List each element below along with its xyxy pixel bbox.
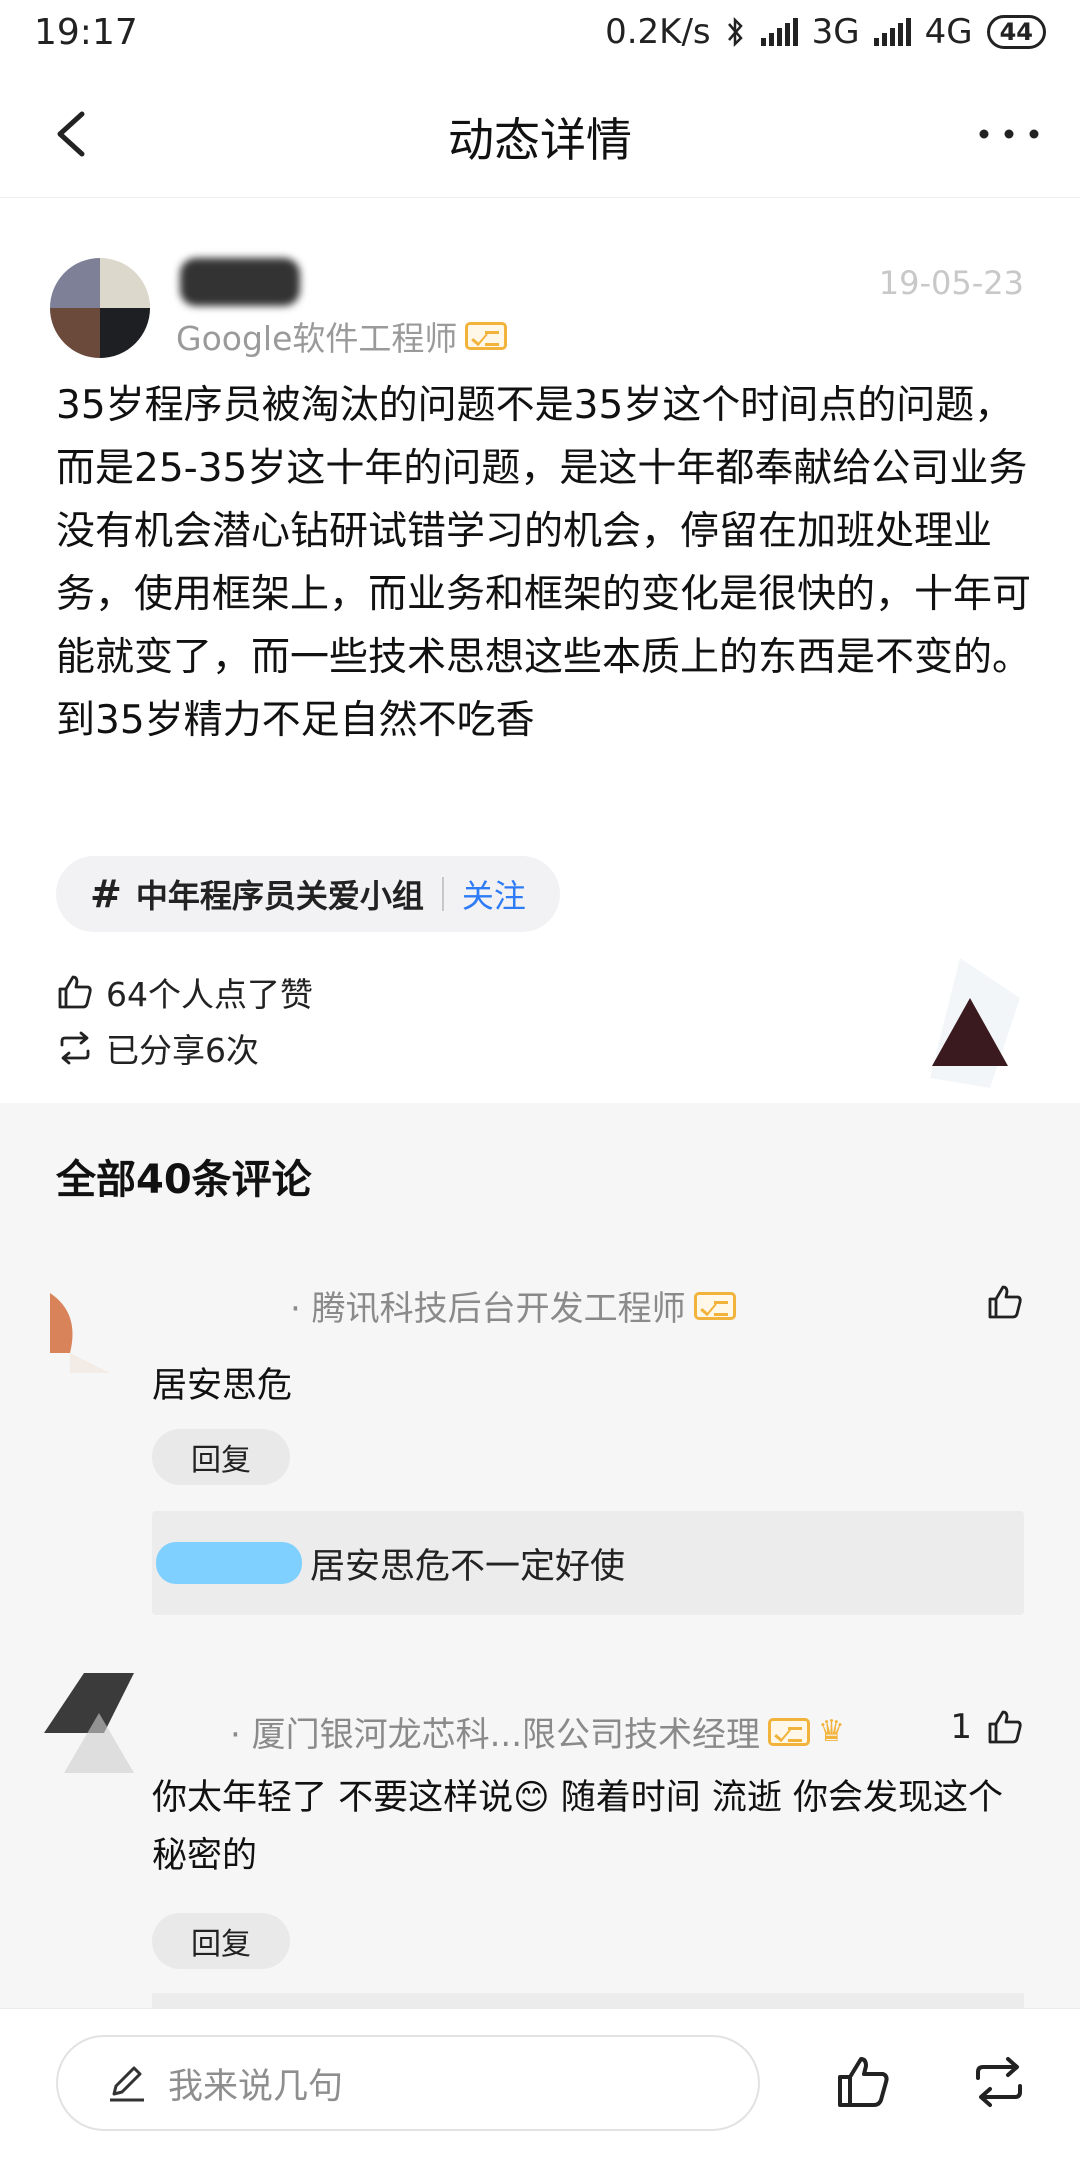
comment-like-button[interactable]: 1 xyxy=(950,1707,1024,1747)
topic-divider xyxy=(441,877,444,911)
comment-avatar[interactable] xyxy=(50,1293,110,1373)
likes-text: 64个人点了赞 xyxy=(106,975,313,1014)
verified-badge-icon xyxy=(693,1291,736,1320)
comment-input-placeholder: 我来说几句 xyxy=(168,2066,344,2107)
signal-icon xyxy=(760,18,798,46)
author-avatar[interactable] xyxy=(50,258,150,358)
sub-reply-text: 居安思危不一定好使 xyxy=(310,1546,626,1587)
crown-icon: ♛ xyxy=(818,1714,845,1749)
battery-icon: 44 xyxy=(986,15,1046,49)
comment-avatar[interactable] xyxy=(44,1673,134,1783)
comments-count-title: 全部40条评论 xyxy=(56,1157,312,1203)
status-indicators: 0.2K/s 3G 4G 44 xyxy=(605,12,1046,52)
thumbs-up-icon xyxy=(988,1285,1022,1319)
repost-button[interactable] xyxy=(970,2053,1028,2111)
topic-name: 中年程序员关爱小组 xyxy=(135,877,424,915)
comment-author-title: · 腾讯科技后台开发工程师 xyxy=(290,1289,686,1329)
sub-reply[interactable]: 居安思危不一定好使 xyxy=(152,1511,1024,1615)
comments-section: 全部40条评论 · 腾讯科技后台开发工程师 居安思危 回复 居安思危不一定好使 … xyxy=(0,1103,1080,2008)
status-time: 19:17 xyxy=(34,12,138,53)
author-title: Google软件工程师 xyxy=(176,312,508,360)
more-options-button[interactable] xyxy=(974,104,1044,164)
bluetooth-icon xyxy=(727,16,743,48)
like-post-button[interactable] xyxy=(834,2053,892,2111)
author-title-text: Google软件工程师 xyxy=(176,319,458,358)
decorative-triangle-icon xyxy=(930,958,1020,1088)
topic-chip[interactable]: # 中年程序员关爱小组 关注 xyxy=(56,856,560,932)
repost-icon xyxy=(60,1031,90,1065)
nav-header: 动态详情 xyxy=(0,70,1080,198)
comment-author[interactable]: · 腾讯科技后台开发工程师 xyxy=(290,1281,736,1330)
more-dots-icon xyxy=(979,129,1039,139)
comment-like-button[interactable] xyxy=(972,1283,1024,1321)
verified-badge-icon xyxy=(465,322,508,350)
pencil-icon xyxy=(110,2066,144,2102)
post-content: 35岁程序员被淘汰的问题不是35岁这个时间点的问题，而是25-35岁这十年的问题… xyxy=(56,383,1032,743)
bottom-action-bar: 我来说几句 xyxy=(0,2008,1080,2160)
hashtag-icon: # xyxy=(90,872,122,916)
follow-topic-button[interactable]: 关注 xyxy=(462,871,526,917)
shares-text: 已分享6次 xyxy=(106,1031,259,1070)
status-bar: 19:17 0.2K/s 3G 4G 44 xyxy=(0,0,1080,70)
post-card: 19-05-23 Google软件工程师 35岁程序员被淘汰的问题不是35岁这个… xyxy=(0,198,1080,1103)
thumbs-up-icon xyxy=(988,1710,1022,1744)
reply-button[interactable]: 回复 xyxy=(152,1913,290,1969)
comment-input[interactable]: 我来说几句 xyxy=(56,2035,760,2131)
comment-text: 你太年轻了 不要这样说😊 随着时间 流逝 你会发现这个秘密的 xyxy=(152,1778,1003,1876)
comment-author-title: · 厦门银河龙芯科...限公司技术经理 xyxy=(230,1715,761,1755)
sub-reply-author-redacted xyxy=(156,1542,302,1584)
thumbs-up-icon xyxy=(58,975,92,1009)
likes-summary[interactable]: 64个人点了赞 xyxy=(56,968,313,1016)
sub-reply-partial xyxy=(152,1993,1024,2008)
network-type-1: 3G xyxy=(811,12,860,52)
reply-button[interactable]: 回复 xyxy=(152,1429,290,1485)
signal-icon-2 xyxy=(873,18,911,46)
page-title: 动态详情 xyxy=(448,113,632,167)
author-name-redacted[interactable] xyxy=(180,258,300,306)
comment-author[interactable]: · 厦门银河龙芯科...限公司技术经理 ♛ xyxy=(230,1707,845,1756)
comment-like-count: 1 xyxy=(950,1707,972,1747)
shares-summary[interactable]: 已分享6次 xyxy=(56,1024,259,1072)
network-type-2: 4G xyxy=(924,12,973,52)
post-date: 19-05-23 xyxy=(878,264,1024,302)
network-speed: 0.2K/s xyxy=(605,12,711,52)
verified-badge-icon xyxy=(768,1717,811,1746)
comment-text: 居安思危 xyxy=(152,1366,293,1406)
